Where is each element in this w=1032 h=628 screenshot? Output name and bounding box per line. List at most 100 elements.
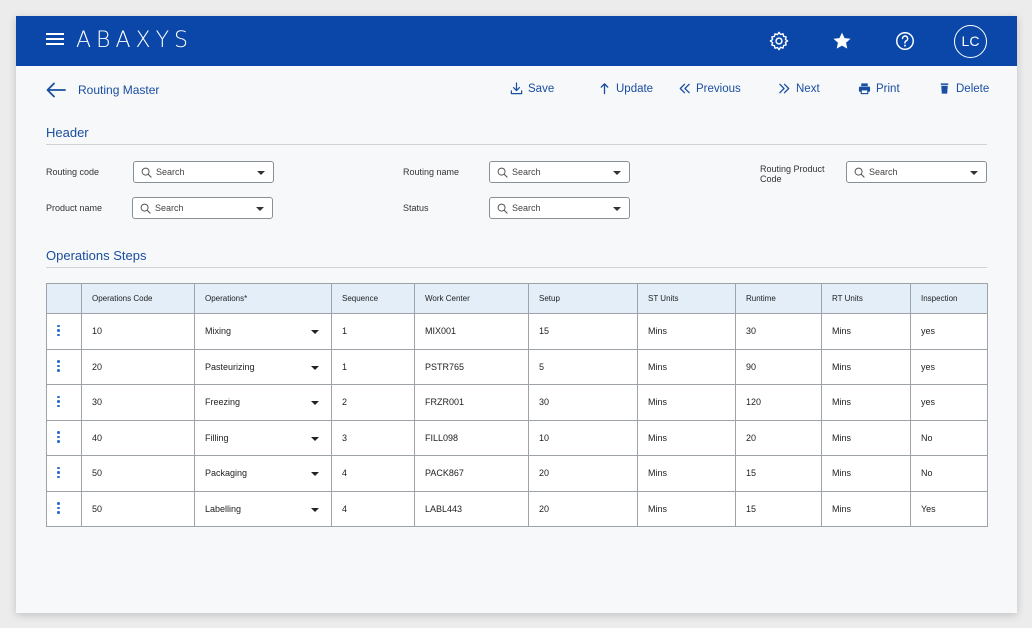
row-menu-cell[interactable] bbox=[46, 419, 82, 456]
help-icon[interactable] bbox=[894, 30, 916, 52]
table-cell: 1 bbox=[331, 313, 415, 350]
operation-select-cell[interactable]: Packaging bbox=[194, 455, 332, 492]
settings-gear-icon[interactable] bbox=[768, 30, 790, 52]
column-header[interactable]: Work Center bbox=[414, 283, 529, 314]
kebab-menu-icon[interactable] bbox=[57, 358, 60, 374]
column-header[interactable]: Sequence bbox=[331, 283, 415, 314]
chevron-down-icon bbox=[256, 207, 264, 211]
kebab-menu-icon[interactable] bbox=[57, 465, 60, 481]
chevron-down-icon[interactable] bbox=[311, 436, 319, 441]
routing-name-select[interactable]: Search bbox=[489, 161, 630, 183]
kebab-menu-icon[interactable] bbox=[57, 500, 60, 516]
table-cell: No bbox=[910, 455, 988, 492]
next-button[interactable]: Next bbox=[778, 82, 820, 95]
table-cell: 5 bbox=[528, 348, 638, 385]
column-header[interactable]: Inspection bbox=[910, 283, 988, 314]
search-icon bbox=[497, 167, 508, 178]
chevron-down-icon[interactable] bbox=[311, 507, 319, 512]
column-header[interactable]: RT Units bbox=[821, 283, 911, 314]
table-cell: yes bbox=[910, 313, 988, 350]
row-menu-cell[interactable] bbox=[46, 348, 82, 385]
next-label: Next bbox=[796, 82, 820, 95]
row-menu-cell[interactable] bbox=[46, 490, 82, 527]
table-row[interactable]: 10 Mixing 1 MIX001 15 Mins 30 Mins yes bbox=[46, 313, 988, 350]
status-select[interactable]: Search bbox=[489, 197, 630, 219]
cell-value: 20 bbox=[92, 361, 103, 372]
row-menu-cell[interactable] bbox=[46, 384, 82, 421]
status-placeholder: Search bbox=[512, 203, 541, 213]
row-menu-cell[interactable] bbox=[46, 313, 82, 350]
table-row[interactable]: 30 Freezing 2 FRZR001 30 Mins 120 Mins yes bbox=[46, 384, 988, 421]
cell-value: 10 bbox=[92, 326, 103, 337]
operation-select-cell[interactable]: Filling bbox=[194, 419, 332, 456]
operation-select-cell[interactable]: Freezing bbox=[194, 384, 332, 421]
table-cell: 10 bbox=[528, 419, 638, 456]
back-arrow-icon[interactable] bbox=[46, 82, 66, 98]
cell-value: Mins bbox=[648, 432, 668, 443]
double-chevron-right-icon bbox=[779, 83, 790, 94]
chevron-down-icon[interactable] bbox=[311, 401, 319, 405]
chevron-down-icon bbox=[257, 171, 265, 175]
table-row[interactable]: 50 Packaging 4 PACK867 20 Mins 15 Mins No bbox=[46, 455, 988, 492]
operation-select-cell[interactable]: Pasteurizing bbox=[194, 348, 332, 385]
print-button[interactable]: Print bbox=[858, 82, 900, 95]
operation-select-cell[interactable]: Labelling bbox=[194, 490, 332, 527]
chevron-down-icon[interactable] bbox=[311, 472, 319, 476]
cell-value: FRZR001 bbox=[425, 397, 465, 408]
column-header[interactable]: Operations* bbox=[194, 283, 332, 314]
cell-value: 50 bbox=[92, 468, 103, 479]
table-cell: FILL098 bbox=[414, 419, 529, 456]
chevron-down-icon[interactable] bbox=[311, 330, 319, 334]
cell-value: 4 bbox=[342, 503, 348, 514]
table-row[interactable]: 50 Labelling 4 LABL443 20 Mins 15 Mins Yes bbox=[46, 490, 988, 527]
kebab-menu-icon[interactable] bbox=[57, 323, 60, 339]
operations-table: Operations Code Operations* Sequence Wor… bbox=[46, 283, 988, 527]
print-label: Print bbox=[876, 82, 900, 95]
chevron-down-icon bbox=[613, 207, 621, 211]
user-avatar[interactable]: LC bbox=[954, 25, 987, 58]
routing-code-placeholder: Search bbox=[156, 167, 185, 177]
table-row[interactable]: 40 Filling 3 FILL098 10 Mins 20 Mins No bbox=[46, 419, 988, 456]
routing-product-code-select[interactable]: Search bbox=[846, 161, 987, 183]
table-cell: LABL443 bbox=[414, 490, 529, 527]
previous-button[interactable]: Previous bbox=[678, 82, 741, 95]
table-cell: Yes bbox=[910, 490, 988, 527]
cell-value: 30 bbox=[539, 397, 550, 408]
table-cell: Mins bbox=[637, 384, 736, 421]
delete-button[interactable]: Delete bbox=[938, 82, 989, 95]
cell-value: Mins bbox=[648, 503, 668, 514]
kebab-menu-icon[interactable] bbox=[57, 394, 60, 410]
cell-value: No bbox=[921, 468, 933, 479]
cell-value: 15 bbox=[746, 503, 757, 514]
page-title: Routing Master bbox=[78, 83, 160, 97]
column-header[interactable]: ST Units bbox=[637, 283, 736, 314]
hamburger-menu-icon[interactable] bbox=[46, 33, 64, 47]
routing-name-placeholder: Search bbox=[512, 167, 541, 177]
row-menu-cell[interactable] bbox=[46, 455, 82, 492]
routing-code-select[interactable]: Search bbox=[133, 161, 274, 183]
search-icon bbox=[141, 167, 152, 178]
favorites-star-icon[interactable] bbox=[831, 30, 853, 52]
top-nav-bar: ABAXYS LC bbox=[16, 16, 1017, 66]
table-row[interactable]: 20 Pasteurizing 1 PSTR765 5 Mins 90 Mins yes bbox=[46, 348, 988, 385]
table-cell: Mins bbox=[637, 313, 736, 350]
table-cell: Mins bbox=[821, 384, 911, 421]
table-cell: MIX001 bbox=[414, 313, 529, 350]
column-header[interactable]: Operations Code bbox=[81, 283, 195, 314]
kebab-menu-icon[interactable] bbox=[57, 429, 60, 445]
save-label: Save bbox=[528, 82, 555, 95]
table-cell: 120 bbox=[735, 384, 822, 421]
cell-value: Filling bbox=[205, 432, 229, 443]
update-button[interactable]: Update bbox=[598, 82, 653, 95]
product-name-select[interactable]: Search bbox=[132, 197, 273, 219]
column-header[interactable]: Runtime bbox=[735, 283, 822, 314]
cell-value: yes bbox=[921, 361, 936, 372]
table-cell: 4 bbox=[331, 455, 415, 492]
operation-select-cell[interactable]: Mixing bbox=[194, 313, 332, 350]
column-header[interactable]: Setup bbox=[528, 283, 638, 314]
cell-value: 20 bbox=[539, 503, 550, 514]
chevron-down-icon[interactable] bbox=[311, 365, 319, 370]
cell-value: Mins bbox=[832, 361, 852, 372]
save-button[interactable]: Save bbox=[510, 82, 554, 95]
table-cell: yes bbox=[910, 348, 988, 385]
